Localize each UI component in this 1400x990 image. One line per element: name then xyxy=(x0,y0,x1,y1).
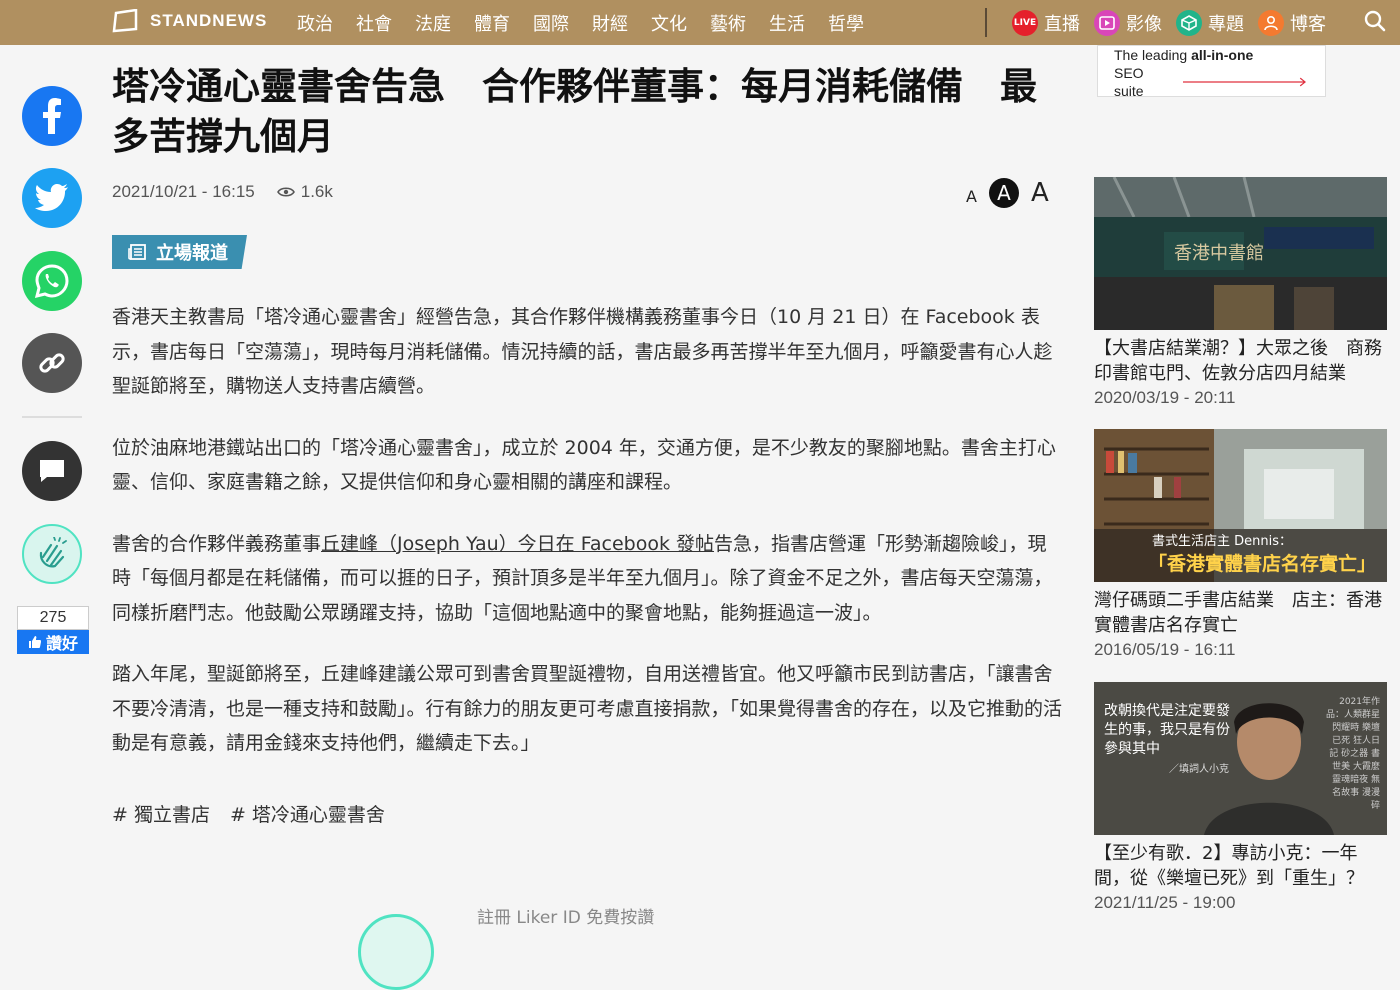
like-button[interactable]: 讚好 xyxy=(17,630,89,654)
blogger-icon xyxy=(1258,9,1284,36)
related-article-date: 2021/11/25 - 19:00 xyxy=(1094,893,1236,912)
ad-text-bold: all-in-one xyxy=(1191,47,1254,63)
like-count: 275 xyxy=(17,606,89,630)
font-size-large-button[interactable]: A xyxy=(1031,178,1049,208)
tag-link[interactable]: # 獨立書店 xyxy=(112,800,210,827)
font-size-medium-button[interactable]: A xyxy=(988,178,1019,208)
clap-hands-icon xyxy=(39,537,67,568)
whatsapp-share-button[interactable] xyxy=(22,251,82,311)
nav-divider xyxy=(985,8,987,37)
image-caption: 書式生活店主 Dennis： xyxy=(1152,534,1293,549)
paragraph-1: 香港天主教書局「塔冷通心靈書舍」經營告急，其合作夥伴機構義務董事今日（10 月 … xyxy=(112,306,1053,397)
font-size-small-button[interactable]: A xyxy=(966,187,977,206)
image-quote: 改朝換代是注定要發生的事，我只是有份參與其中 xyxy=(1104,703,1230,757)
comment-button[interactable] xyxy=(22,441,82,501)
logo-mark-icon xyxy=(112,9,138,33)
article-meta: 2021/10/21 - 16:15 1.6k xyxy=(112,182,333,202)
view-count: 1.6k xyxy=(300,182,333,201)
svg-text:香港中書館: 香港中書館 xyxy=(1174,243,1264,264)
nav-item-philosophy[interactable]: 哲學 xyxy=(828,10,864,36)
image-side-text: 2021年作品：人類群星閃耀時 樂壇已死 狂人日記 砂之器 書世美 大霞麼 靈魂… xyxy=(1325,697,1380,811)
link-icon xyxy=(39,353,65,373)
nav-item-topic[interactable]: 專題 xyxy=(1176,9,1244,36)
share-rail-divider xyxy=(22,416,82,418)
related-article-image[interactable]: 改朝換代是注定要發生的事，我只是有份參與其中 ／填詞人小克 2021年作品：人類… xyxy=(1094,682,1387,835)
related-article-card[interactable]: 香港中書館 【大書店結業潮？】大眾之後 商務印書館屯門、佐敦分店四月結業 202… xyxy=(1094,177,1387,408)
related-article-image[interactable]: 書式生活店主 Dennis： 「香港實體書店名存實亡」 xyxy=(1094,429,1387,582)
facebook-post-link[interactable]: 丘建峰（Joseph Yau）今日在 Facebook 發帖 xyxy=(321,533,714,555)
whatsapp-icon xyxy=(34,264,69,299)
publish-date: 2021/10/21 - 16:15 xyxy=(112,182,255,201)
paragraph-3: 書舍的合作夥伴義務董事丘建峰（Joseph Yau）今日在 Facebook 發… xyxy=(112,527,1062,631)
topic-icon xyxy=(1176,9,1202,36)
related-article-title[interactable]: 【大書店結業潮？】大眾之後 商務印書館屯門、佐敦分店四月結業 xyxy=(1094,336,1387,386)
category-badge[interactable]: 立場報道 xyxy=(112,235,247,269)
nav-item-finance[interactable]: 財經 xyxy=(592,10,628,36)
logo-text: STANDNEWS xyxy=(150,11,268,30)
paragraph-2: 位於油麻地港鐵站出口的「塔冷通心靈書舍」，成立於 2004 年，交通方便，是不少… xyxy=(112,436,1056,494)
twitter-share-button[interactable] xyxy=(22,168,82,228)
liker-signup-link[interactable]: 註冊 Liker ID 免費按讚 xyxy=(477,903,654,928)
nav-item-blogger[interactable]: 博客 xyxy=(1258,9,1326,36)
nav-item-sports[interactable]: 體育 xyxy=(474,10,510,36)
nav-item-culture[interactable]: 文化 xyxy=(651,10,687,36)
twitter-icon xyxy=(35,184,68,211)
related-article-date: 2016/05/19 - 16:11 xyxy=(1094,640,1236,659)
ad-text-2: SEO suite xyxy=(1114,65,1144,99)
eye-icon xyxy=(276,187,295,197)
likecoin-button-large[interactable] xyxy=(358,914,434,990)
copy-link-button[interactable] xyxy=(22,333,82,393)
paragraph-4: 踏入年尾，聖誕節將至，丘建峰建議公眾可到書舍買聖誕禮物，自用送禮皆宜。他又呼籲市… xyxy=(112,663,1063,754)
font-size-controls: A A A xyxy=(966,178,1049,208)
tag-link[interactable]: # 塔冷通心靈書舍 xyxy=(230,800,385,827)
related-article-image[interactable]: 香港中書館 xyxy=(1094,177,1387,330)
related-article-date: 2020/03/19 - 20:11 xyxy=(1094,388,1236,407)
live-icon: LIVE xyxy=(1012,9,1038,36)
nav-item-blogger-label: 博客 xyxy=(1290,13,1326,35)
arrow-right-icon xyxy=(1183,77,1307,87)
article-body: 香港天主教書局「塔冷通心靈書舍」經營告急，其合作夥伴機構義務董事今日（10 月 … xyxy=(112,300,1062,788)
nav-item-arts[interactable]: 藝術 xyxy=(710,10,746,36)
nav-item-video[interactable]: 影像 xyxy=(1094,9,1162,36)
advertisement-banner[interactable]: The leading all-in-one SEO suite xyxy=(1097,45,1326,99)
nav-item-live[interactable]: LIVE 直播 xyxy=(1012,9,1080,36)
comment-icon xyxy=(40,460,64,482)
top-navigation-bar: STANDNEWS 政治 社會 法庭 體育 國際 財經 文化 藝術 生活 哲學 … xyxy=(0,0,1400,45)
facebook-like-widget[interactable]: 275 讚好 xyxy=(17,606,89,654)
facebook-icon xyxy=(43,98,61,134)
live-badge-text: LIVE xyxy=(1013,17,1037,28)
nav-item-court[interactable]: 法庭 xyxy=(415,10,451,36)
search-icon[interactable] xyxy=(1364,10,1386,32)
article-tags: # 獨立書店 # 塔冷通心靈書舍 xyxy=(112,800,405,827)
article-title: 塔冷通心靈書舍告急 合作夥伴董事：每月消耗儲備 最多苦撐九個月 xyxy=(112,65,1037,158)
ad-text-1: The leading xyxy=(1114,47,1192,63)
paragraph-3-text-a: 書舍的合作夥伴義務董事 xyxy=(112,532,322,555)
image-quote-attribution: ／填詞人小克 xyxy=(1169,764,1229,775)
nav-item-international[interactable]: 國際 xyxy=(533,10,569,36)
related-article-card[interactable]: 改朝換代是注定要發生的事，我只是有份參與其中 ／填詞人小克 2021年作品：人類… xyxy=(1094,682,1387,913)
video-icon xyxy=(1094,9,1120,36)
media-nav: LIVE 直播 影像 專題 博客 xyxy=(1012,0,1340,45)
nav-item-topic-label: 專題 xyxy=(1208,13,1244,35)
nav-item-live-label: 直播 xyxy=(1044,13,1080,35)
related-article-card[interactable]: 書式生活店主 Dennis： 「香港實體書店名存實亡」 灣仔碼頭二手書店結業 店… xyxy=(1094,429,1387,660)
nav-item-video-label: 影像 xyxy=(1126,13,1162,35)
nav-item-life[interactable]: 生活 xyxy=(769,10,805,36)
related-article-title[interactable]: 【至少有歌．2】專訪小克：一年間，從《樂壇已死》到「重生」？ xyxy=(1094,841,1387,891)
category-badge-label: 立場報道 xyxy=(156,243,228,264)
nav-item-politics[interactable]: 政治 xyxy=(297,10,333,36)
nav-item-society[interactable]: 社會 xyxy=(356,10,392,36)
facebook-share-button[interactable] xyxy=(22,86,82,146)
image-quote: 「香港實體書店名存實亡」 xyxy=(1148,553,1377,575)
section-nav: 政治 社會 法庭 體育 國際 財經 文化 藝術 生活 哲學 xyxy=(297,0,887,45)
like-label: 讚好 xyxy=(45,634,78,653)
thumbs-up-icon xyxy=(28,636,41,648)
standnews-logo[interactable]: STANDNEWS xyxy=(112,9,267,33)
newspaper-icon xyxy=(128,244,146,260)
related-article-title[interactable]: 灣仔碼頭二手書店結業 店主：香港實體書店名存實亡 xyxy=(1094,588,1387,638)
likecoin-button[interactable] xyxy=(22,524,82,584)
